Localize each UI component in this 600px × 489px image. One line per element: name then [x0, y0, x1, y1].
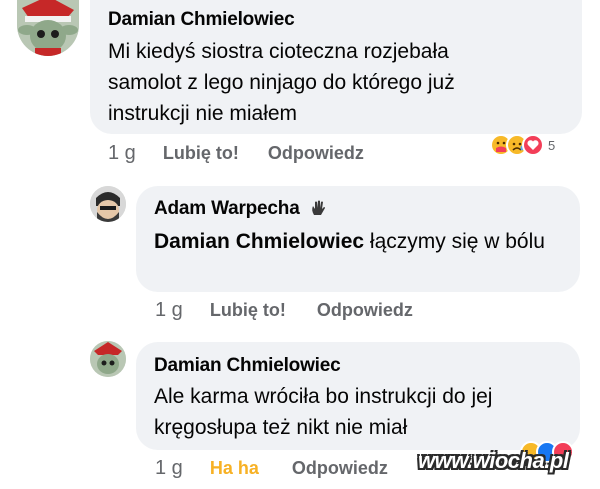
haha-button[interactable]: Ha ha [210, 458, 259, 479]
comment-bubble: Damian Chmielowiec Mi kiedyś siostra cio… [90, 0, 582, 134]
comment-text: Mi kiedyś siostra cioteczna rozjebała sa… [108, 40, 455, 125]
comment-text: Damian Chmielowiec łączymy się w bólu [154, 226, 564, 257]
comment-time[interactable]: 1 g [155, 457, 183, 480]
heart-reaction-icon [522, 134, 544, 156]
comment-actions: 1 g Lubię to! Odpowiedz [108, 142, 364, 165]
avatar-image [90, 186, 126, 222]
comment-text: Ale karma wróciła bo instrukcji do jej k… [154, 385, 493, 439]
avatar-image [17, 0, 79, 56]
comment-author[interactable]: Adam Warpecha [154, 198, 327, 223]
reply-button[interactable]: Odpowiedz [317, 300, 413, 321]
avatar[interactable] [17, 0, 79, 56]
comment-bubble: Damian Chmielowiec Ale karma wróciła bo … [136, 342, 580, 450]
comment-actions: 1 g Lubię to! Odpowiedz [155, 299, 413, 322]
like-button[interactable]: Lubię to! [163, 143, 239, 164]
avatar[interactable] [90, 341, 126, 377]
reply-button[interactable]: Odpowiedz [268, 143, 364, 164]
watermark: www.wiocha.pl [418, 448, 569, 473]
comment-time[interactable]: 1 g [155, 299, 183, 322]
comment-body: łączymy się w bólu [364, 230, 545, 253]
reply-button[interactable]: Odpowiedz [292, 458, 388, 479]
comment-author[interactable]: Damian Chmielowiec [108, 9, 295, 31]
comment-actions: 1 g Ha ha Odpowiedz [155, 457, 388, 480]
mention-link[interactable]: Damian Chmielowiec [154, 230, 364, 253]
avatar-image [90, 341, 126, 377]
reaction-summary[interactable]: 5 [490, 133, 555, 157]
comment-author[interactable]: Damian Chmielowiec [154, 355, 341, 377]
wave-hand-icon [309, 199, 327, 223]
comment-author-name[interactable]: Adam Warpecha [154, 198, 300, 219]
comment-time[interactable]: 1 g [108, 142, 136, 165]
avatar[interactable] [90, 186, 126, 222]
reaction-count: 5 [548, 137, 556, 153]
comment-bubble: Adam Warpecha Damian Chmielowiec łączymy… [136, 186, 580, 292]
like-button[interactable]: Lubię to! [210, 300, 286, 321]
